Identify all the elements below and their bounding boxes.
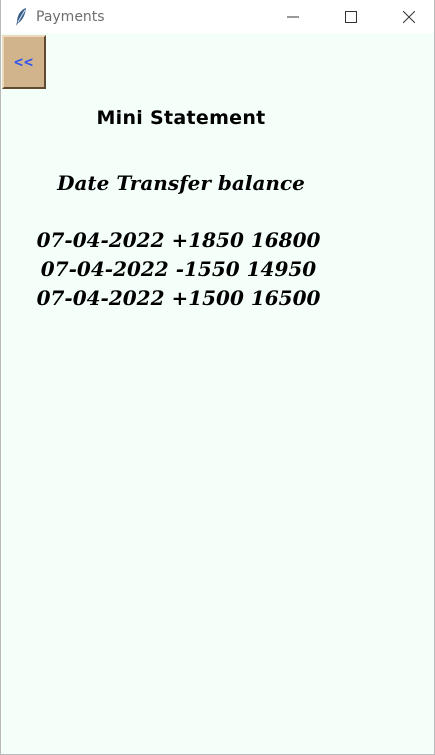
minimize-icon bbox=[287, 16, 299, 17]
minimize-button[interactable] bbox=[264, 0, 322, 33]
statement-list: 07-04-2022 +1850 16800 07-04-2022 -1550 … bbox=[1, 226, 356, 313]
close-icon bbox=[403, 10, 415, 23]
client-area: << Mini Statement Date Transfer balance … bbox=[1, 33, 434, 754]
payments-window: Payments << Mini Statement Date Transfer… bbox=[0, 0, 435, 755]
maximize-button[interactable] bbox=[322, 0, 380, 33]
statement-row: 07-04-2022 -1550 14950 bbox=[40, 257, 317, 281]
statement-row: 07-04-2022 +1850 16800 bbox=[36, 228, 321, 252]
close-button[interactable] bbox=[380, 0, 435, 33]
page-title: Mini Statement bbox=[96, 107, 266, 129]
title-bar: Payments bbox=[1, 0, 434, 33]
feather-icon bbox=[13, 7, 29, 27]
window-title: Payments bbox=[36, 8, 105, 25]
statement-column-header: Date Transfer balance bbox=[57, 171, 305, 195]
maximize-icon bbox=[345, 10, 357, 23]
back-button[interactable]: << bbox=[2, 35, 46, 89]
statement-row: 07-04-2022 +1500 16500 bbox=[36, 286, 321, 310]
